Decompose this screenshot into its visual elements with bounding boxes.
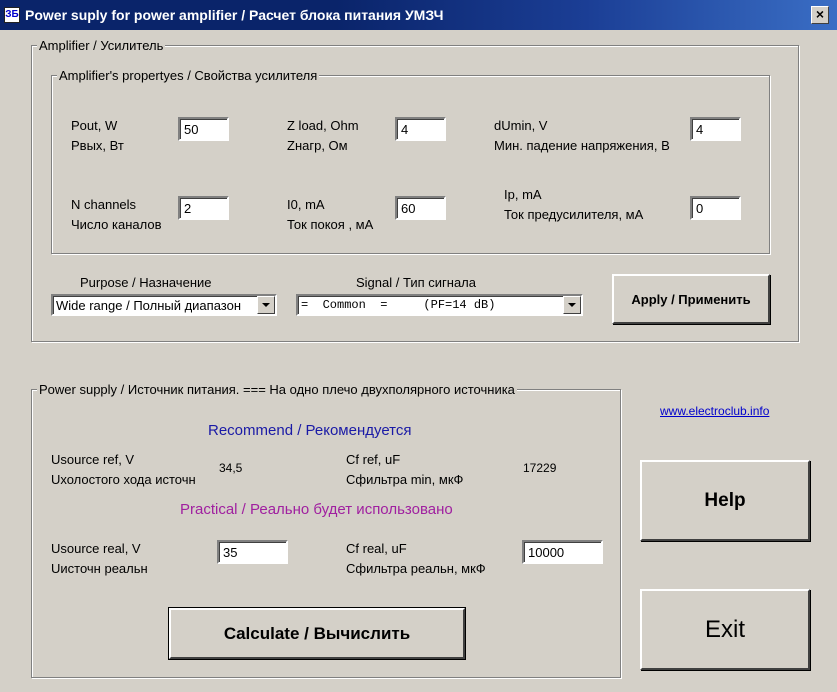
signal-select[interactable]: = Common = (PF=14 dB) xyxy=(296,294,583,316)
ip-label-en: Ip, mA xyxy=(504,187,542,202)
usource-ref-label-en: Usource ref, V xyxy=(51,452,135,467)
recommend-title: Recommend / Рекомендуется xyxy=(208,422,412,439)
usource-ref-label-ru: Uхолостого хода источн xyxy=(51,472,196,487)
ip-input[interactable] xyxy=(690,196,741,220)
purpose-label: Purpose / Назначение xyxy=(80,275,212,290)
practical-title: Practical / Реально будет использовано xyxy=(180,501,453,518)
pout-label-ru: Рвых, Вт xyxy=(71,138,124,153)
nchannels-label-en: N channels xyxy=(71,197,137,212)
dumin-label-en: dUmin, V xyxy=(494,118,548,133)
purpose-select[interactable]: Wide range / Полный диапазон xyxy=(51,294,277,316)
usource-real-label-ru: Uисточн реальн xyxy=(51,561,148,576)
zload-label-ru: Zнагр, Ом xyxy=(287,138,348,153)
dumin-label-ru: Мин. падение напряжения, В xyxy=(494,138,670,153)
cf-ref-value: 17229 xyxy=(523,461,557,475)
signal-label: Signal / Тип сигнала xyxy=(356,275,476,290)
nchannels-input[interactable] xyxy=(178,196,229,220)
close-button[interactable]: × xyxy=(811,6,829,24)
amplifier-properties-label: Amplifier's propertyes / Свойства усилит… xyxy=(57,68,320,83)
cf-real-label-ru: Сфильтра реальн, мкФ xyxy=(346,561,486,576)
website-link[interactable]: www.electroclub.info xyxy=(660,404,769,418)
purpose-dropdown-button[interactable] xyxy=(257,296,275,314)
i0-label-ru: Ток покоя , мА xyxy=(287,217,374,232)
cf-real-input[interactable] xyxy=(522,540,603,564)
signal-selected-value: = Common = (PF=14 dB) xyxy=(301,298,496,312)
chevron-down-icon xyxy=(568,303,576,307)
nchannels-label-ru: Число каналов xyxy=(71,217,162,232)
usource-ref-value: 34,5 xyxy=(219,461,243,475)
title-bar: ЗБ Power suply for power amplifier / Рас… xyxy=(0,0,837,30)
cf-ref-label-ru: Сфильтра min, мкФ xyxy=(346,472,464,487)
amplifier-group-label: Amplifier / Усилитель xyxy=(37,38,166,53)
usource-real-label-en: Usource real, V xyxy=(51,541,141,556)
pout-label-en: Pout, W xyxy=(71,118,118,133)
apply-button[interactable]: Apply / Применить xyxy=(612,274,770,324)
zload-input[interactable] xyxy=(395,117,446,141)
usource-real-input[interactable] xyxy=(217,540,288,564)
chevron-down-icon xyxy=(262,303,270,307)
app-icon: ЗБ xyxy=(4,7,20,23)
cf-real-label-en: Cf real, uF xyxy=(346,541,407,556)
power-supply-group-label: Power supply / Источник питания. === На … xyxy=(37,382,517,397)
cf-ref-label-en: Cf ref, uF xyxy=(346,452,401,467)
ip-label-ru: Ток предусилителя, мА xyxy=(504,207,644,222)
calculate-button[interactable]: Calculate / Вычислить xyxy=(168,607,466,660)
dumin-input[interactable] xyxy=(690,117,741,141)
signal-dropdown-button[interactable] xyxy=(563,296,581,314)
help-button[interactable]: Help xyxy=(640,460,810,541)
pout-input[interactable] xyxy=(178,117,229,141)
i0-input[interactable] xyxy=(395,196,446,220)
zload-label-en: Z load, Ohm xyxy=(287,118,359,133)
i0-label-en: I0, mA xyxy=(287,197,325,212)
exit-button[interactable]: Exit xyxy=(640,589,810,670)
close-icon: × xyxy=(815,6,825,22)
purpose-selected-value: Wide range / Полный диапазон xyxy=(56,298,242,313)
window-title: Power suply for power amplifier / Расчет… xyxy=(25,7,444,23)
